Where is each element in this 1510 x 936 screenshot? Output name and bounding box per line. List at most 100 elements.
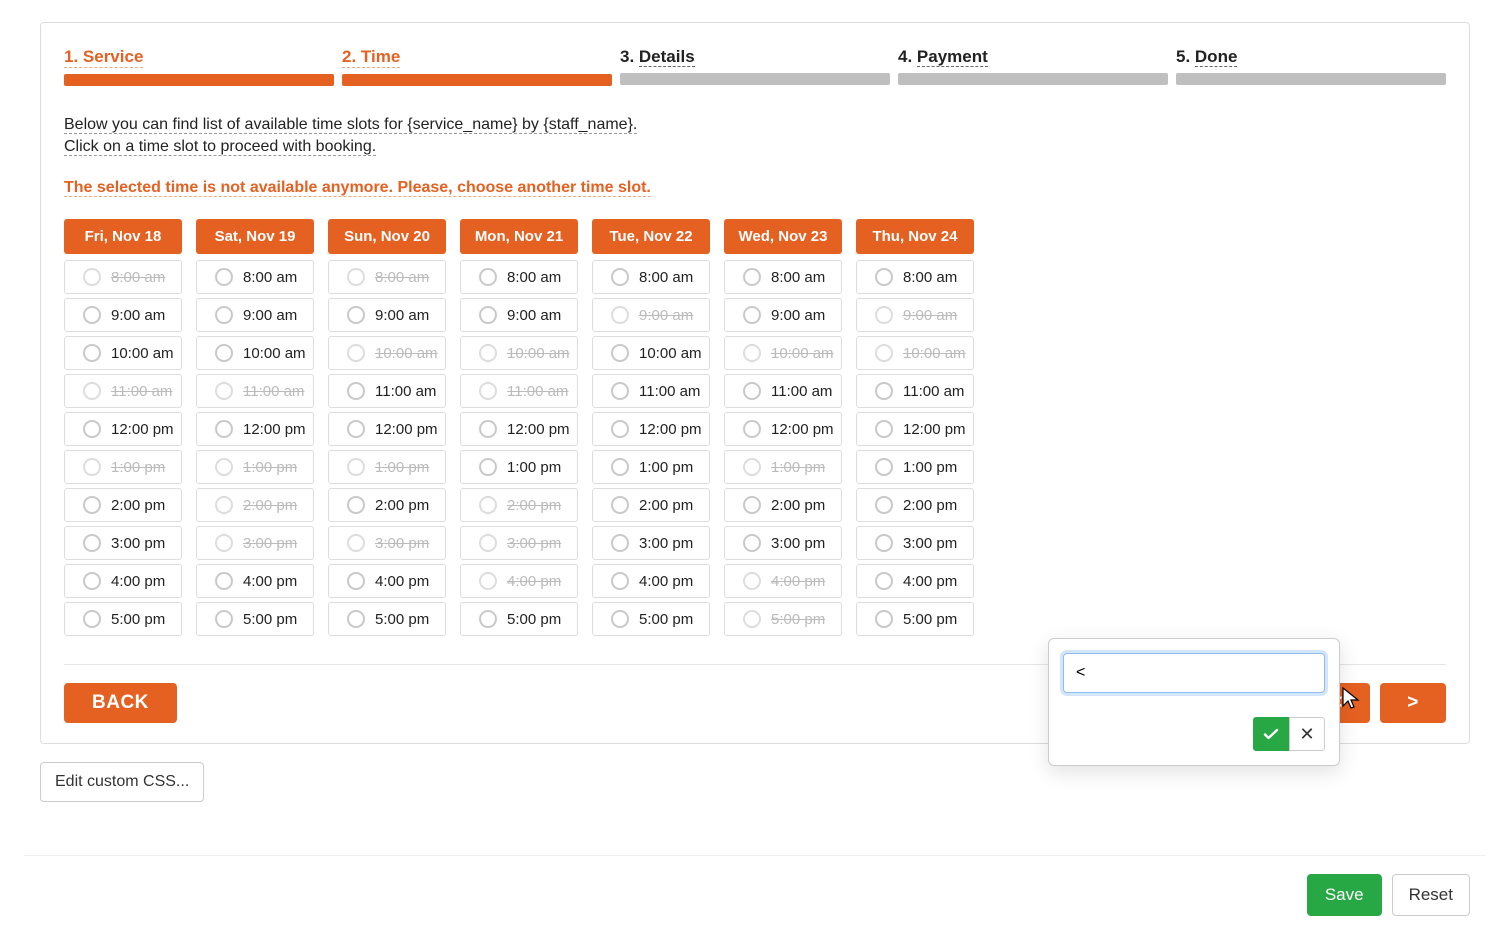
time-slot[interactable]: 2:00 pm xyxy=(724,488,842,522)
slot-time-label: 2:00 pm xyxy=(111,497,165,514)
time-slot[interactable]: 11:00 am xyxy=(724,374,842,408)
time-slot[interactable]: 2:00 pm xyxy=(64,488,182,522)
time-slot[interactable]: 12:00 pm xyxy=(64,412,182,446)
slot-time-label: 9:00 am xyxy=(243,307,297,324)
time-slot[interactable]: 9:00 am xyxy=(724,298,842,332)
time-slot[interactable]: 9:00 am xyxy=(460,298,578,332)
day-header: Thu, Nov 24 xyxy=(856,219,974,254)
slot-time-label: 5:00 pm xyxy=(903,611,957,628)
step-progress-bar xyxy=(1176,73,1446,85)
radio-icon xyxy=(83,458,101,476)
slot-time-label: 3:00 pm xyxy=(243,535,297,552)
time-slot[interactable]: 12:00 pm xyxy=(460,412,578,446)
time-slot[interactable]: 8:00 am xyxy=(460,260,578,294)
slot-time-label: 3:00 pm xyxy=(111,535,165,552)
time-slot[interactable]: 3:00 pm xyxy=(724,526,842,560)
time-slot[interactable]: 10:00 am xyxy=(592,336,710,370)
time-slot[interactable]: 2:00 pm xyxy=(592,488,710,522)
step-label: 3. Details xyxy=(620,47,695,67)
time-slot[interactable]: 4:00 pm xyxy=(196,564,314,598)
slot-time-label: 3:00 pm xyxy=(639,535,693,552)
time-slot[interactable]: 12:00 pm xyxy=(328,412,446,446)
step[interactable]: 1. Service xyxy=(64,47,334,86)
time-slot[interactable]: 9:00 am xyxy=(64,298,182,332)
radio-icon xyxy=(479,344,497,362)
time-slot[interactable]: 10:00 am xyxy=(64,336,182,370)
time-slot[interactable]: 4:00 pm xyxy=(64,564,182,598)
time-slot[interactable]: 3:00 pm xyxy=(856,526,974,560)
radio-icon xyxy=(479,534,497,552)
time-slot[interactable]: 12:00 pm xyxy=(592,412,710,446)
time-slot[interactable]: 5:00 pm xyxy=(328,602,446,636)
time-slot[interactable]: 9:00 am xyxy=(196,298,314,332)
time-slot[interactable]: 11:00 am xyxy=(328,374,446,408)
time-slot[interactable]: 8:00 am xyxy=(724,260,842,294)
day-column: Tue, Nov 228:00 am9:00 am10:00 am11:00 a… xyxy=(592,219,710,640)
radio-icon xyxy=(347,344,365,362)
cancel-button[interactable]: ✕ xyxy=(1289,717,1325,751)
time-slot[interactable]: 2:00 pm xyxy=(856,488,974,522)
time-slot[interactable]: 5:00 pm xyxy=(64,602,182,636)
time-slot: 1:00 pm xyxy=(64,450,182,484)
time-slot: 8:00 am xyxy=(328,260,446,294)
time-slot[interactable]: 1:00 pm xyxy=(592,450,710,484)
time-slot[interactable]: 4:00 pm xyxy=(856,564,974,598)
radio-icon xyxy=(347,458,365,476)
next-week-button[interactable]: > xyxy=(1380,683,1446,723)
step-progress-bar xyxy=(342,74,612,86)
time-slot[interactable]: 9:00 am xyxy=(328,298,446,332)
day-column: Thu, Nov 248:00 am9:00 am10:00 am11:00 a… xyxy=(856,219,974,640)
time-slot: 1:00 pm xyxy=(328,450,446,484)
intro-text: Below you can find list of available tim… xyxy=(64,114,1446,157)
radio-icon xyxy=(611,420,629,438)
confirm-button[interactable] xyxy=(1253,717,1289,751)
time-slot[interactable]: 5:00 pm xyxy=(460,602,578,636)
radio-icon xyxy=(215,382,233,400)
time-slot[interactable]: 12:00 pm xyxy=(856,412,974,446)
time-slot[interactable]: 11:00 am xyxy=(856,374,974,408)
slot-time-label: 5:00 pm xyxy=(243,611,297,628)
slot-time-label: 11:00 am xyxy=(375,383,436,400)
step[interactable]: 5. Done xyxy=(1176,47,1446,86)
time-slot[interactable]: 5:00 pm xyxy=(196,602,314,636)
slot-time-label: 9:00 am xyxy=(771,307,825,324)
time-slot: 2:00 pm xyxy=(196,488,314,522)
time-slot[interactable]: 3:00 pm xyxy=(592,526,710,560)
radio-icon xyxy=(479,420,497,438)
time-slot[interactable]: 12:00 pm xyxy=(724,412,842,446)
slot-time-label: 11:00 am xyxy=(243,383,304,400)
slot-time-label: 2:00 pm xyxy=(903,497,957,514)
time-slot[interactable]: 1:00 pm xyxy=(856,450,974,484)
time-slot[interactable]: 4:00 pm xyxy=(328,564,446,598)
time-slot[interactable]: 11:00 am xyxy=(592,374,710,408)
time-slot[interactable]: 10:00 am xyxy=(196,336,314,370)
edit-css-button[interactable]: Edit custom CSS... xyxy=(40,762,204,802)
slot-time-label: 10:00 am xyxy=(111,345,174,362)
step[interactable]: 4. Payment xyxy=(898,47,1168,86)
radio-icon xyxy=(743,458,761,476)
slot-time-label: 9:00 am xyxy=(375,307,429,324)
radio-icon xyxy=(215,344,233,362)
reset-button[interactable]: Reset xyxy=(1392,874,1470,916)
time-slot[interactable]: 1:00 pm xyxy=(460,450,578,484)
time-slot: 3:00 pm xyxy=(328,526,446,560)
save-button[interactable]: Save xyxy=(1307,874,1382,916)
time-slot[interactable]: 5:00 pm xyxy=(592,602,710,636)
back-button[interactable]: BACK xyxy=(64,683,177,723)
time-slot[interactable]: 12:00 pm xyxy=(196,412,314,446)
time-slot[interactable]: 2:00 pm xyxy=(328,488,446,522)
inline-editor-input[interactable] xyxy=(1063,653,1325,693)
time-slot[interactable]: 5:00 pm xyxy=(856,602,974,636)
step[interactable]: 2. Time xyxy=(342,47,612,86)
time-slot: 9:00 am xyxy=(856,298,974,332)
radio-icon xyxy=(83,344,101,362)
time-slot[interactable]: 8:00 am xyxy=(856,260,974,294)
radio-icon xyxy=(743,534,761,552)
radio-icon xyxy=(347,572,365,590)
time-slot[interactable]: 4:00 pm xyxy=(592,564,710,598)
time-slot: 11:00 am xyxy=(460,374,578,408)
step[interactable]: 3. Details xyxy=(620,47,890,86)
time-slot[interactable]: 8:00 am xyxy=(196,260,314,294)
time-slot[interactable]: 8:00 am xyxy=(592,260,710,294)
time-slot[interactable]: 3:00 pm xyxy=(64,526,182,560)
